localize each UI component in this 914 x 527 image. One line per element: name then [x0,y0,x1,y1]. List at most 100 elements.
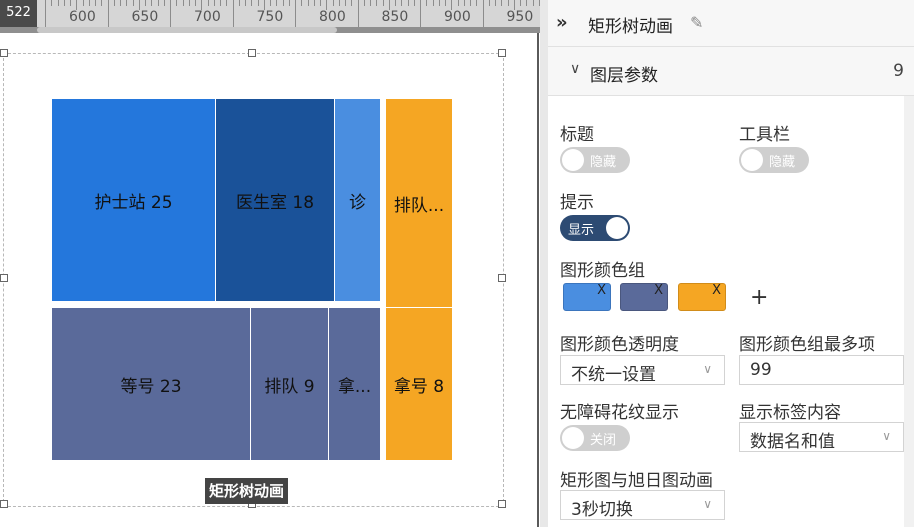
section-layer-params[interactable]: ∨ 图层参数 9 [548,47,914,96]
ruler-tick [382,0,384,6]
pattern-toggle[interactable]: 关闭 [560,425,630,451]
toggle-knob [562,149,584,171]
pencil-icon[interactable]: ✎ [690,13,703,32]
ruler-tick [532,0,534,6]
ruler-tick [457,0,459,6]
select-value: 不统一设置 [571,365,656,385]
treemap-tile[interactable]: 排队... [386,99,452,307]
ruler-tick [57,0,59,6]
ruler-tick [107,0,109,27]
ruler-tick [470,0,471,6]
ruler-tick [188,0,190,6]
max-colors-input[interactable]: 99 [739,355,904,385]
ruler-tick [357,0,359,27]
ruler-tick [245,0,246,6]
properties-panel: » 矩形树动画 ✎ ∨ 图层参数 9 标题 隐藏 工具栏 隐藏 提示 显示 图形… [548,0,914,527]
ruler-tick [526,0,528,6]
ruler-tick [157,0,159,6]
treemap-tile[interactable]: 排队 9 [251,308,328,460]
ruler-tick [207,0,209,6]
add-color-button[interactable]: + [750,285,768,310]
ruler-tick [51,0,53,6]
ruler-tick [426,0,428,6]
close-icon[interactable]: X [597,283,606,298]
label-content-select[interactable]: 数据名和值 ∨ [739,422,904,452]
tooltip-toggle[interactable]: 显示 [560,215,630,241]
ruler-tick [338,0,340,6]
ruler-tick-label: 700 [194,9,221,25]
title-label: 标题 [560,125,594,145]
ruler-tick [313,0,315,6]
opacity-label: 图形颜色透明度 [560,335,679,355]
color-swatch[interactable]: X [678,283,726,311]
resize-handle-sw[interactable] [0,500,8,508]
title-toggle[interactable]: 隐藏 [560,147,630,173]
ruler-tick [151,0,153,6]
resize-handle-se[interactable] [498,500,506,508]
ruler-tick [276,0,278,6]
ruler-tick [120,0,121,6]
treemap-tile[interactable]: 诊 [335,99,380,301]
ruler-tick [220,0,221,6]
toggle-text: 关闭 [590,433,617,448]
double-chevron-right-icon[interactable]: » [556,12,568,33]
ruler-tick [395,0,396,6]
toggle-text: 隐藏 [590,155,617,170]
ruler-tick [332,0,334,6]
ruler-tick [251,0,253,6]
opacity-select[interactable]: 不统一设置 ∨ [560,355,725,385]
ruler-tick-label: 600 [69,9,96,25]
toolbar-label: 工具栏 [739,125,790,145]
ruler-tick [495,0,496,6]
treemap-tile[interactable]: 拿号 8 [386,308,452,460]
chevron-down-icon: ∨ [703,362,712,376]
resize-handle-ne[interactable] [498,49,506,57]
ruler-tick [232,0,234,27]
tooltip-label: 提示 [560,193,594,213]
resize-handle-nw[interactable] [0,49,8,57]
ruler-tick [407,0,409,6]
treemap-tile[interactable]: 医生室 18 [216,99,334,301]
ruler-tick [213,0,215,6]
ruler-tick [176,0,178,6]
ruler-tick [126,0,128,6]
close-icon[interactable]: X [654,283,663,298]
panel-scrollbar[interactable] [904,96,914,527]
toolbar-toggle[interactable]: 隐藏 [739,147,809,173]
ruler-tick-label: 850 [381,9,409,25]
treemap-tile[interactable]: 拿... [329,308,380,460]
select-value: 数据名和值 [750,432,835,452]
close-icon[interactable]: X [712,283,721,298]
resize-handle-w[interactable] [0,274,8,282]
ruler-tick [295,0,296,27]
animation-select[interactable]: 3秒切换 ∨ [560,490,725,520]
ruler-tick [363,0,365,6]
ruler-tick [401,0,403,6]
color-swatch[interactable]: X [563,283,611,311]
treemap-tile[interactable]: 等号 23 [52,308,250,460]
ruler-tick-label: 750 [256,9,284,25]
ruler-tick [195,0,196,6]
resize-handle-n[interactable] [248,49,256,57]
ruler-tick [88,0,90,6]
panel-splitter[interactable] [540,0,548,527]
chevron-down-icon: ∨ [882,429,891,443]
chevron-down-icon[interactable]: ∨ [570,61,580,77]
ruler-tick [413,0,415,6]
ruler-tick [45,0,46,27]
animation-label: 矩形图与旭日图动画 [560,471,713,491]
section-count: 9 [893,61,904,81]
ruler-tick [238,0,240,6]
pattern-label: 无障碍花纹显示 [560,403,679,423]
color-swatch[interactable]: X [620,283,668,311]
ruler-tick [82,0,84,6]
toggle-knob [741,149,763,171]
ruler-tick [95,0,96,6]
ruler-tick-label: 950 [506,9,534,25]
ruler-tick [226,0,228,6]
treemap-tile[interactable]: 护士站 25 [52,99,215,301]
resize-handle-e[interactable] [498,274,506,282]
max-colors-label: 图形颜色组最多项 [739,335,875,355]
ruler-tick [307,0,309,6]
panel-title: 矩形树动画 [588,17,673,37]
